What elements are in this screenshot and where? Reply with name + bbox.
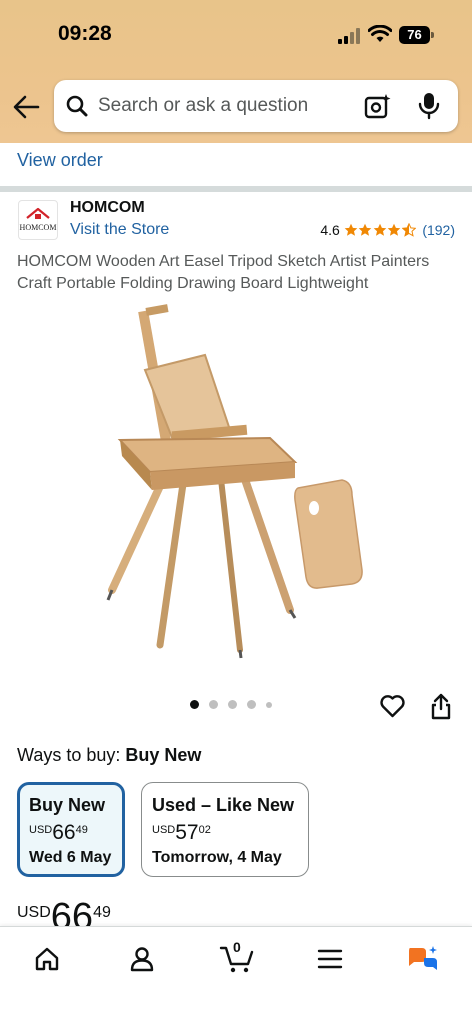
- heart-icon[interactable]: [380, 694, 405, 718]
- battery-level: 76: [399, 26, 430, 44]
- nav-cart[interactable]: 0: [217, 939, 257, 977]
- brand-logo[interactable]: HOMCOM: [18, 200, 58, 240]
- bottom-nav: 0: [0, 926, 472, 1024]
- rating-count: (192): [422, 222, 455, 238]
- ways-to-buy-selected: Buy New: [125, 745, 202, 765]
- view-order-link[interactable]: View order: [17, 150, 103, 171]
- carousel-dot[interactable]: [266, 701, 272, 708]
- menu-icon: [317, 949, 343, 969]
- option-delivery: Tomorrow, 4 May: [152, 849, 282, 866]
- cart-count: 0: [233, 939, 241, 955]
- nav-home[interactable]: [29, 941, 65, 977]
- carousel-dot[interactable]: [209, 700, 218, 709]
- rating-summary[interactable]: 4.6 (192): [320, 222, 455, 238]
- header: 09:28 76 Search or ask a question: [0, 0, 472, 143]
- star-rating: [344, 223, 417, 237]
- star-icon: [388, 223, 401, 236]
- microphone-icon[interactable]: [418, 92, 440, 120]
- visit-store-link[interactable]: Visit the Store: [70, 221, 169, 239]
- option-price: USD 57 02: [152, 821, 211, 844]
- used-like-new-option[interactable]: Used – Like New USD 57 02 Tomorrow, 4 Ma…: [141, 782, 309, 877]
- image-carousel-dots[interactable]: [190, 700, 282, 709]
- battery-icon: 76: [399, 26, 434, 44]
- cellular-signal-icon: [338, 28, 360, 44]
- option-title: Buy New: [29, 795, 106, 815]
- ways-to-buy-label: Ways to buy:: [17, 745, 121, 765]
- share-icon[interactable]: [430, 692, 452, 720]
- carousel-dot[interactable]: [247, 700, 256, 709]
- product-image-easel[interactable]: [90, 300, 380, 660]
- back-arrow-icon[interactable]: [12, 94, 40, 120]
- account-icon: [130, 947, 154, 972]
- nav-menu[interactable]: [312, 941, 348, 977]
- star-icon: [344, 223, 358, 236]
- svg-text:HOMCOM: HOMCOM: [20, 223, 57, 232]
- search-icon: [66, 95, 88, 117]
- option-price: USD 66 49: [29, 821, 88, 844]
- option-title: Used – Like New: [152, 795, 295, 815]
- carousel-dot[interactable]: [228, 700, 237, 709]
- nav-account[interactable]: [124, 941, 160, 977]
- status-bar: 09:28 76: [0, 0, 472, 66]
- wifi-icon: [368, 25, 392, 42]
- search-input[interactable]: Search or ask a question: [54, 80, 458, 132]
- rating-value: 4.6: [320, 222, 340, 238]
- carousel-dot[interactable]: [190, 700, 199, 709]
- status-time: 09:28: [58, 22, 112, 45]
- product-title: HOMCOM Wooden Art Easel Tripod Sketch Ar…: [17, 253, 430, 292]
- nav-rufus[interactable]: [405, 941, 441, 977]
- star-half-icon: [401, 223, 416, 237]
- section-divider: [0, 186, 472, 192]
- camera-lens-icon[interactable]: [364, 93, 392, 119]
- option-delivery: Wed 6 May: [29, 849, 112, 866]
- homcom-logo-icon: HOMCOM: [20, 207, 57, 232]
- ways-to-buy: Ways to buy: Buy New: [17, 745, 201, 766]
- buy-new-option[interactable]: Buy New USD 66 49 Wed 6 May: [17, 782, 125, 877]
- star-icon: [373, 223, 387, 236]
- search-placeholder: Search or ask a question: [98, 95, 309, 116]
- rufus-icon: [409, 946, 437, 970]
- brand-name: HOMCOM: [70, 199, 145, 216]
- home-icon: [35, 947, 59, 971]
- star-icon: [359, 223, 372, 236]
